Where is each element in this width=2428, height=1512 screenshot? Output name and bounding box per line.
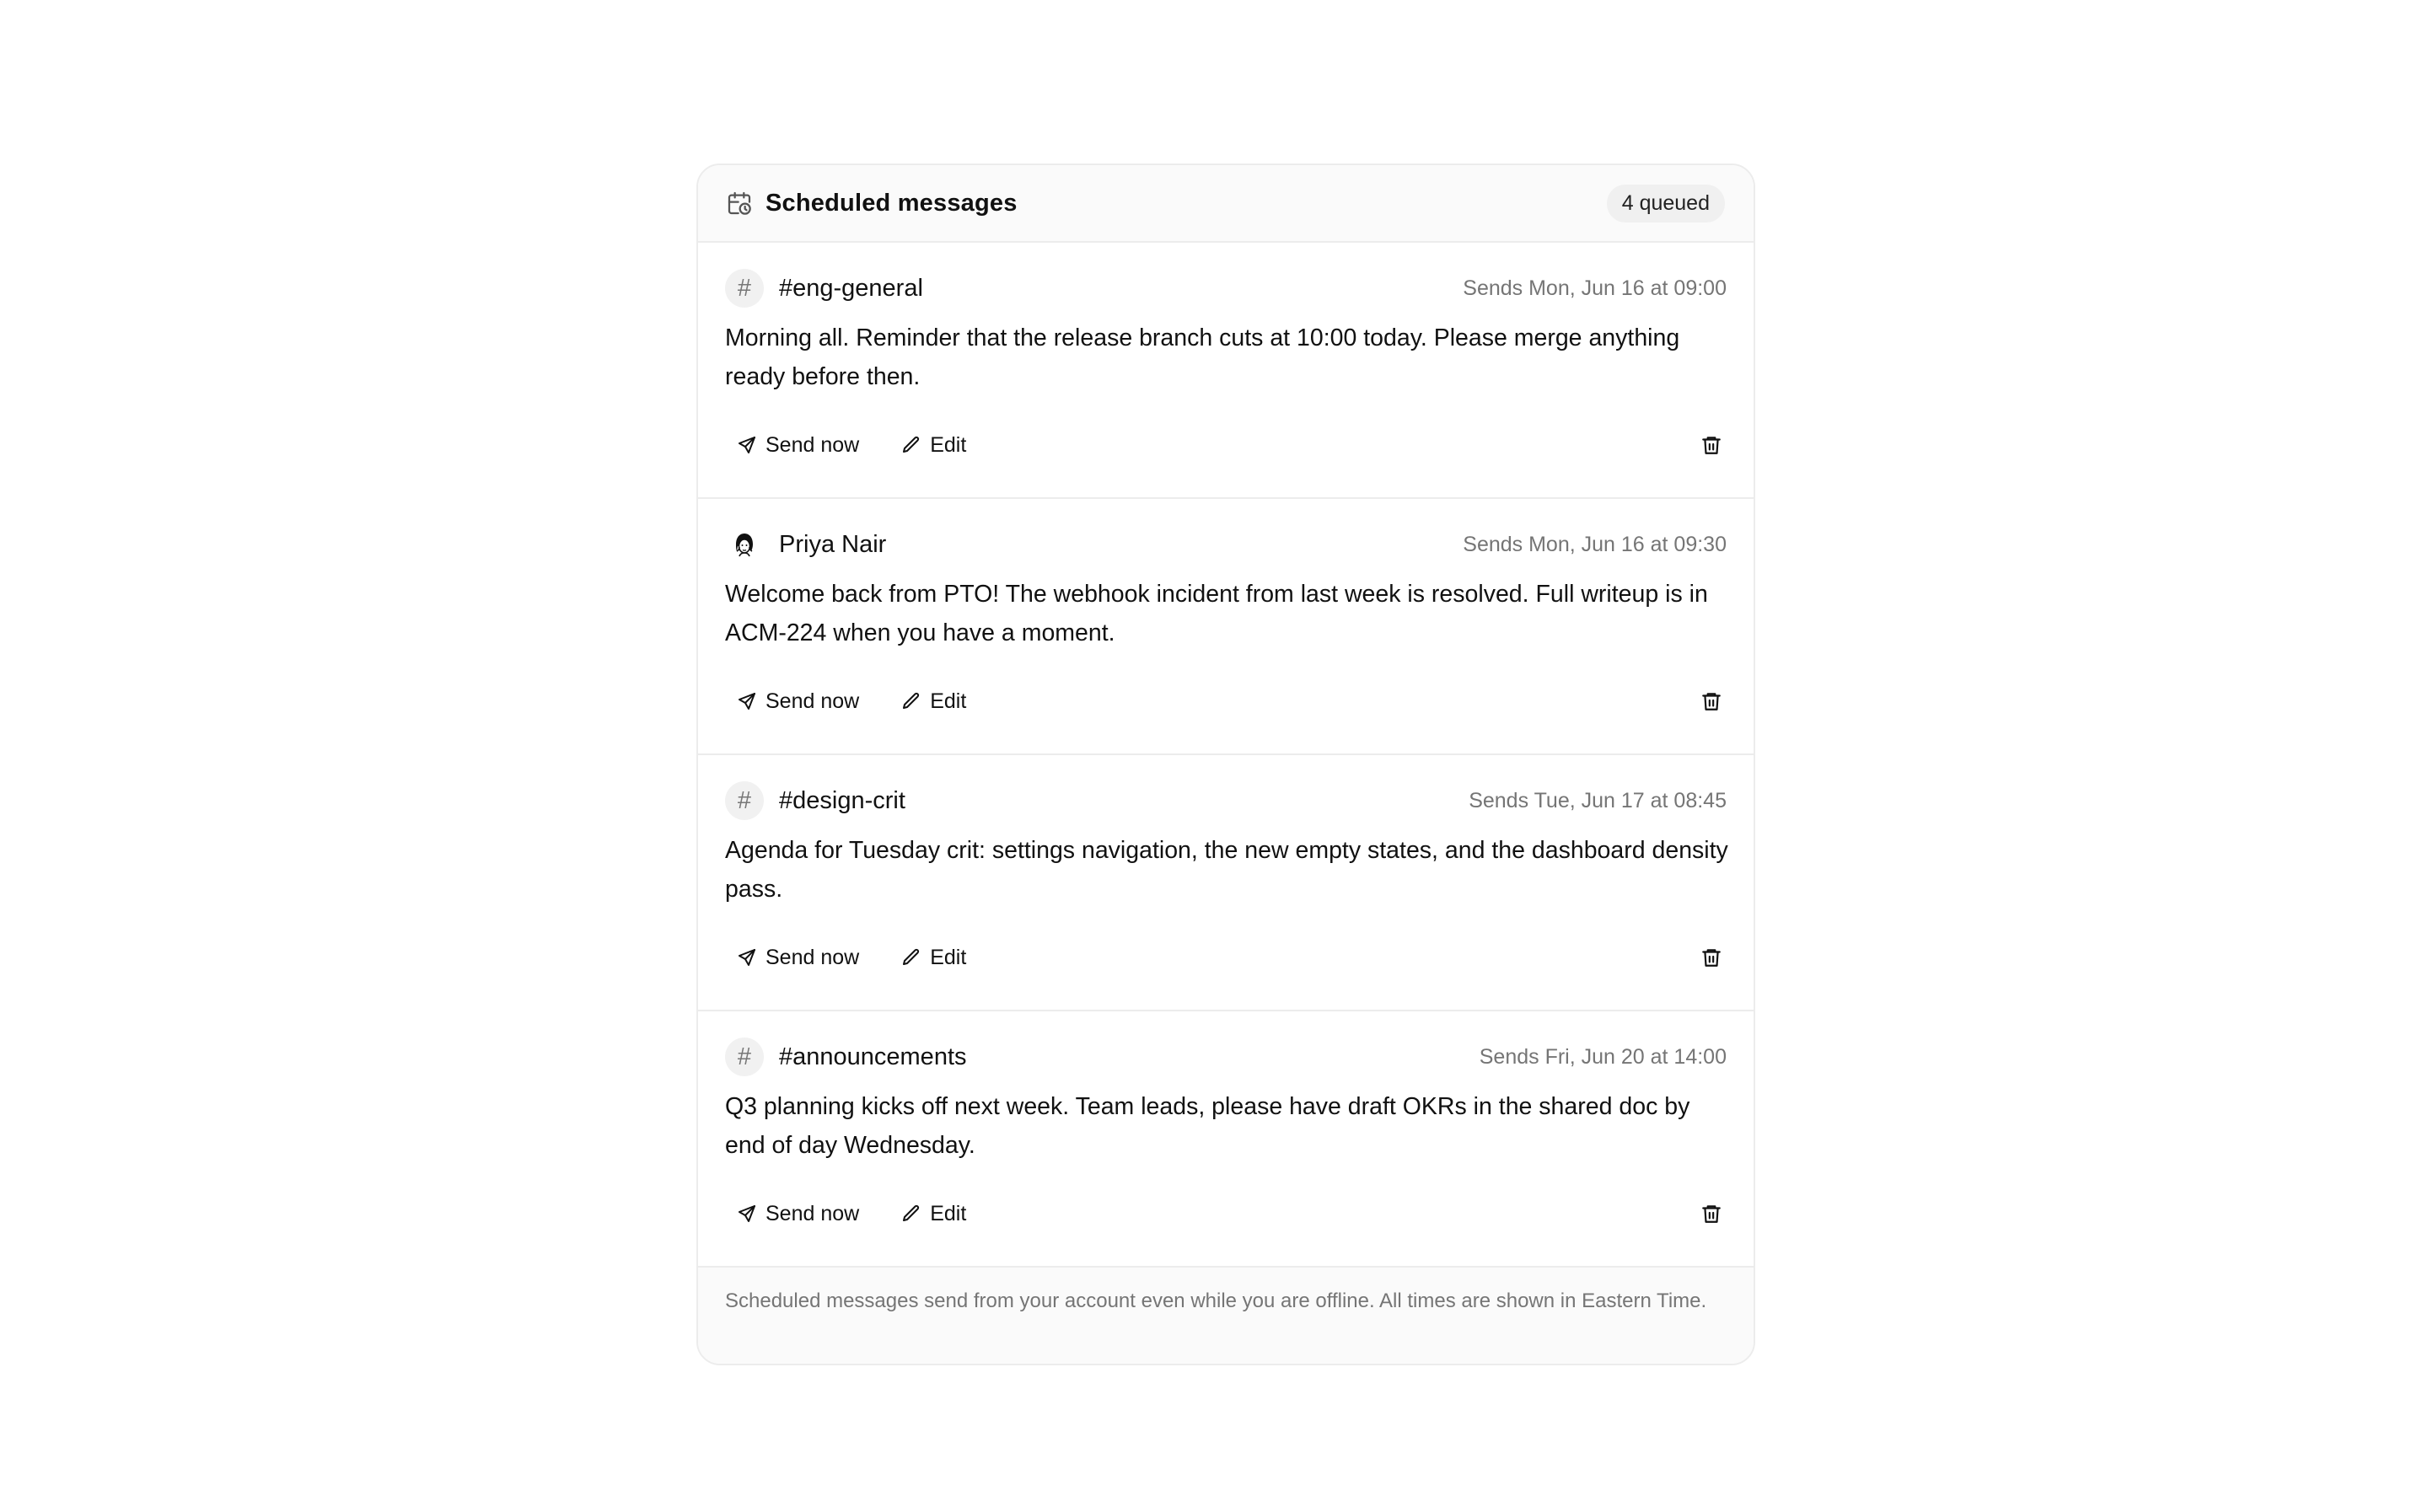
send-now-button[interactable]: Send now xyxy=(722,426,874,464)
send-time: Sends Fri, Jun 20 at 14:00 xyxy=(1479,1044,1727,1069)
pencil-icon xyxy=(903,948,920,965)
recipient-name: #announcements xyxy=(779,1043,967,1070)
send-now-label: Send now xyxy=(765,689,860,713)
scheduled-message: # #design-crit Sends Tue, Jun 17 at 08:4… xyxy=(698,755,1754,1011)
trash-icon xyxy=(1702,693,1721,710)
edit-label: Edit xyxy=(930,432,967,457)
panel-footer-note: Scheduled messages send from your accoun… xyxy=(698,1268,1754,1364)
trash-icon xyxy=(1702,437,1721,454)
send-time: Sends Tue, Jun 17 at 08:45 xyxy=(1469,788,1727,812)
edit-label: Edit xyxy=(930,689,967,713)
user-avatar-icon xyxy=(736,533,753,557)
send-now-button[interactable]: Send now xyxy=(722,939,874,977)
edit-button[interactable]: Edit xyxy=(886,683,981,721)
queued-count-badge: 4 queued xyxy=(1606,184,1725,223)
trash-icon xyxy=(1702,949,1721,967)
scheduled-message: # #eng-general Sends Mon, Jun 16 at 09:0… xyxy=(698,243,1754,499)
delete-button[interactable] xyxy=(1691,681,1732,721)
recipient-name: Priya Nair xyxy=(779,530,887,558)
edit-button[interactable]: Edit xyxy=(886,1195,981,1233)
send-now-button[interactable]: Send now xyxy=(722,683,874,721)
delete-button[interactable] xyxy=(1691,425,1732,465)
recipient-name: #eng-general xyxy=(779,274,923,302)
message-actions: Send now Edit xyxy=(725,423,1727,467)
pencil-icon xyxy=(903,692,920,709)
edit-button[interactable]: Edit xyxy=(886,939,981,977)
message-actions: Send now Edit xyxy=(725,679,1727,723)
edit-button[interactable]: Edit xyxy=(886,426,981,464)
message-body: Welcome back from PTO! The webhook incid… xyxy=(725,581,1708,646)
recipient-name: #design-crit xyxy=(779,786,905,814)
send-now-label: Send now xyxy=(765,945,860,969)
send-time: Sends Mon, Jun 16 at 09:30 xyxy=(1463,532,1727,556)
channel-hash-icon: # xyxy=(725,1037,764,1076)
message-actions: Send now Edit xyxy=(725,1192,1727,1236)
pencil-icon xyxy=(903,1204,920,1221)
send-icon xyxy=(739,949,755,966)
message-body: Q3 planning kicks off next week. Team le… xyxy=(725,1093,1690,1159)
trash-icon xyxy=(1702,1205,1721,1223)
scheduled-message: Priya Nair Sends Mon, Jun 16 at 09:30 We… xyxy=(698,499,1754,755)
scheduled-message: # #announcements Sends Fri, Jun 20 at 14… xyxy=(698,1011,1754,1268)
calendar-clock-icon xyxy=(725,189,754,217)
delete-button[interactable] xyxy=(1691,1193,1732,1234)
message-actions: Send now Edit xyxy=(725,936,1727,979)
send-icon xyxy=(739,437,755,453)
delete-button[interactable] xyxy=(1691,937,1732,978)
avatar xyxy=(725,525,764,564)
message-body: Morning all. Reminder that the release b… xyxy=(725,324,1680,390)
send-now-label: Send now xyxy=(765,432,860,457)
send-icon xyxy=(739,1205,755,1222)
scheduled-messages-panel: Scheduled messages 4 queued # #eng-gener… xyxy=(696,164,1755,1365)
send-time: Sends Mon, Jun 16 at 09:00 xyxy=(1463,276,1727,300)
channel-hash-icon: # xyxy=(725,781,764,820)
message-body: Agenda for Tuesday crit: settings naviga… xyxy=(725,837,1728,903)
edit-label: Edit xyxy=(930,945,967,969)
edit-label: Edit xyxy=(930,1201,967,1225)
send-icon xyxy=(739,693,755,710)
panel-header: Scheduled messages 4 queued xyxy=(698,165,1754,243)
pencil-icon xyxy=(903,436,920,453)
send-now-button[interactable]: Send now xyxy=(722,1195,874,1233)
send-now-label: Send now xyxy=(765,1201,860,1225)
panel-title: Scheduled messages xyxy=(765,189,1018,217)
channel-hash-icon: # xyxy=(725,269,764,308)
